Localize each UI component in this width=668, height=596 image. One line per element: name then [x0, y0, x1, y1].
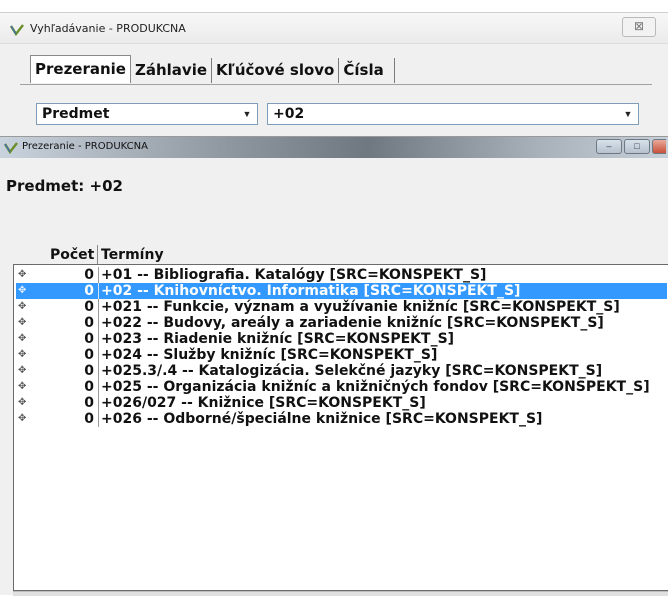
row-column-divider: [98, 395, 99, 411]
row-term: +02 -- Knihovníctvo. Informatika [SRC=KO…: [101, 283, 521, 299]
close-button[interactable]: ⊠: [622, 17, 656, 37]
table-row[interactable]: ✥ 0 +026 -- Odborné/špeciálne knižnice [SR…: [14, 411, 668, 427]
row-count: 0: [84, 267, 94, 283]
row-term: +025 -- Organizácia knižníc a knižničnýc…: [101, 379, 650, 395]
table-row[interactable]: ✥ 0 +02 -- Knihovníctvo. Informatika [SRC=…: [16, 283, 667, 299]
column-divider[interactable]: [97, 245, 98, 265]
row-term: +022 -- Budovy, areály a zariadenie kniž…: [101, 315, 604, 331]
row-count: 0: [84, 411, 94, 427]
plus-expander-icon[interactable]: ✥: [18, 411, 26, 427]
row-column-divider: [98, 363, 99, 379]
field-select[interactable]: Predmet ▼: [36, 103, 258, 125]
row-term: +021 -- Funkcie, význam a využívanie kni…: [101, 299, 620, 315]
column-header-terms[interactable]: Termíny: [101, 247, 164, 263]
browse-window-title: Prezeranie - PRODUKCNA: [22, 141, 148, 152]
row-term: +025.3/.4 -- Katalogizácia. Selekčné jaz…: [101, 363, 603, 379]
window-controls: – □: [596, 139, 666, 154]
row-column-divider: [98, 411, 99, 427]
table-row[interactable]: ✥ 0 +025 -- Organizácia knižníc a knižničn…: [14, 379, 668, 395]
query-input[interactable]: +02 ▼: [267, 103, 639, 125]
close-icon: ⊠: [633, 19, 645, 33]
triangle-down-icon[interactable]: ▼: [620, 106, 636, 122]
row-column-divider: [98, 331, 99, 347]
search-window-titlebar[interactable]: Vyhľadávanie - PRODUKCNA ⊠: [0, 13, 668, 44]
row-count: 0: [84, 347, 94, 363]
search-window-title: Vyhľadávanie - PRODUKCNA: [30, 22, 186, 35]
tab-klucove-slovo[interactable]: Kľúčové slovo: [212, 58, 340, 83]
browse-window-titlebar[interactable]: Prezeranie - PRODUKCNA – □: [0, 137, 668, 158]
row-column-divider: [98, 283, 99, 299]
plus-expander-icon[interactable]: ✥: [18, 283, 26, 299]
table-row[interactable]: ✥ 0 +022 -- Budovy, areály a zariadenie kn…: [14, 315, 668, 331]
row-term: +01 -- Bibliografia. Katalógy [SRC=KONSP…: [101, 267, 487, 283]
tab-panel-divider: [20, 84, 652, 85]
maximize-button[interactable]: □: [624, 139, 650, 154]
row-count: 0: [84, 315, 94, 331]
table-row[interactable]: ✥ 0 +023 -- Riadenie knižníc [SRC=KONSPEKT…: [14, 331, 668, 347]
plus-expander-icon[interactable]: ✥: [18, 379, 26, 395]
row-column-divider: [98, 347, 99, 363]
row-term: +024 -- Služby knižníc [SRC=KONSPEKT_S]: [101, 347, 438, 363]
row-count: 0: [84, 379, 94, 395]
row-term: +023 -- Riadenie knižníc [SRC=KONSPEKT_S…: [101, 331, 455, 347]
maximize-icon: □: [634, 141, 640, 151]
table-row[interactable]: ✥ 0 +024 -- Služby knižníc [SRC=KONSPEKT_S…: [14, 347, 668, 363]
browse-window: Prezeranie - PRODUKCNA – □ Predmet: +02 …: [0, 136, 668, 596]
plus-expander-icon[interactable]: ✥: [18, 299, 26, 315]
tab-prezeranie[interactable]: Prezeranie: [30, 55, 131, 83]
row-term: +026 -- Odborné/špeciálne knižnice [SRC=…: [101, 411, 543, 427]
minimize-button[interactable]: –: [596, 139, 622, 154]
table-row[interactable]: ✥ 0 +026/027 -- Knižnice [SRC=KONSPEKT_S]: [14, 395, 668, 411]
field-select-value: Predmet: [42, 106, 110, 122]
row-column-divider: [98, 267, 99, 283]
table-row[interactable]: ✥ 0 +021 -- Funkcie, význam a využívanie k…: [14, 299, 668, 315]
close-button[interactable]: [652, 139, 666, 154]
plus-expander-icon[interactable]: ✥: [18, 267, 26, 283]
minimize-icon: –: [606, 141, 612, 151]
row-column-divider: [98, 299, 99, 315]
browse-heading: Predmet: +02: [6, 177, 123, 195]
search-tabs: Prezeranie Záhlavie Kľúčové slovo Čísla: [30, 55, 395, 83]
row-column-divider: [98, 315, 99, 331]
column-header-count[interactable]: Počet: [50, 247, 94, 263]
row-count: 0: [84, 331, 94, 347]
plus-expander-icon[interactable]: ✥: [18, 331, 26, 347]
row-count: 0: [84, 395, 94, 411]
row-count: 0: [84, 283, 94, 299]
plus-expander-icon[interactable]: ✥: [18, 363, 26, 379]
triangle-down-icon[interactable]: ▼: [239, 106, 255, 122]
row-count: 0: [84, 299, 94, 315]
plus-expander-icon[interactable]: ✥: [18, 315, 26, 331]
plus-expander-icon[interactable]: ✥: [18, 395, 26, 411]
app-logo-icon: [10, 24, 24, 36]
plus-expander-icon[interactable]: ✥: [18, 347, 26, 363]
terms-list[interactable]: ✥ 0 +01 -- Bibliografia. Katalógy [SRC=KON…: [13, 264, 668, 591]
table-row[interactable]: ✥ 0 +025.3/.4 -- Katalogizácia. Selekčné j…: [14, 363, 668, 379]
row-column-divider: [98, 379, 99, 395]
app-logo-icon: [4, 142, 18, 154]
row-term: +026/027 -- Knižnice [SRC=KONSPEKT_S]: [101, 395, 426, 411]
table-row[interactable]: ✥ 0 +01 -- Bibliografia. Katalógy [SRC=KON…: [14, 267, 668, 283]
tab-zahlavie[interactable]: Záhlavie: [130, 58, 213, 83]
tab-cisla[interactable]: Čísla: [339, 58, 395, 83]
query-input-value: +02: [273, 106, 305, 122]
row-count: 0: [84, 363, 94, 379]
